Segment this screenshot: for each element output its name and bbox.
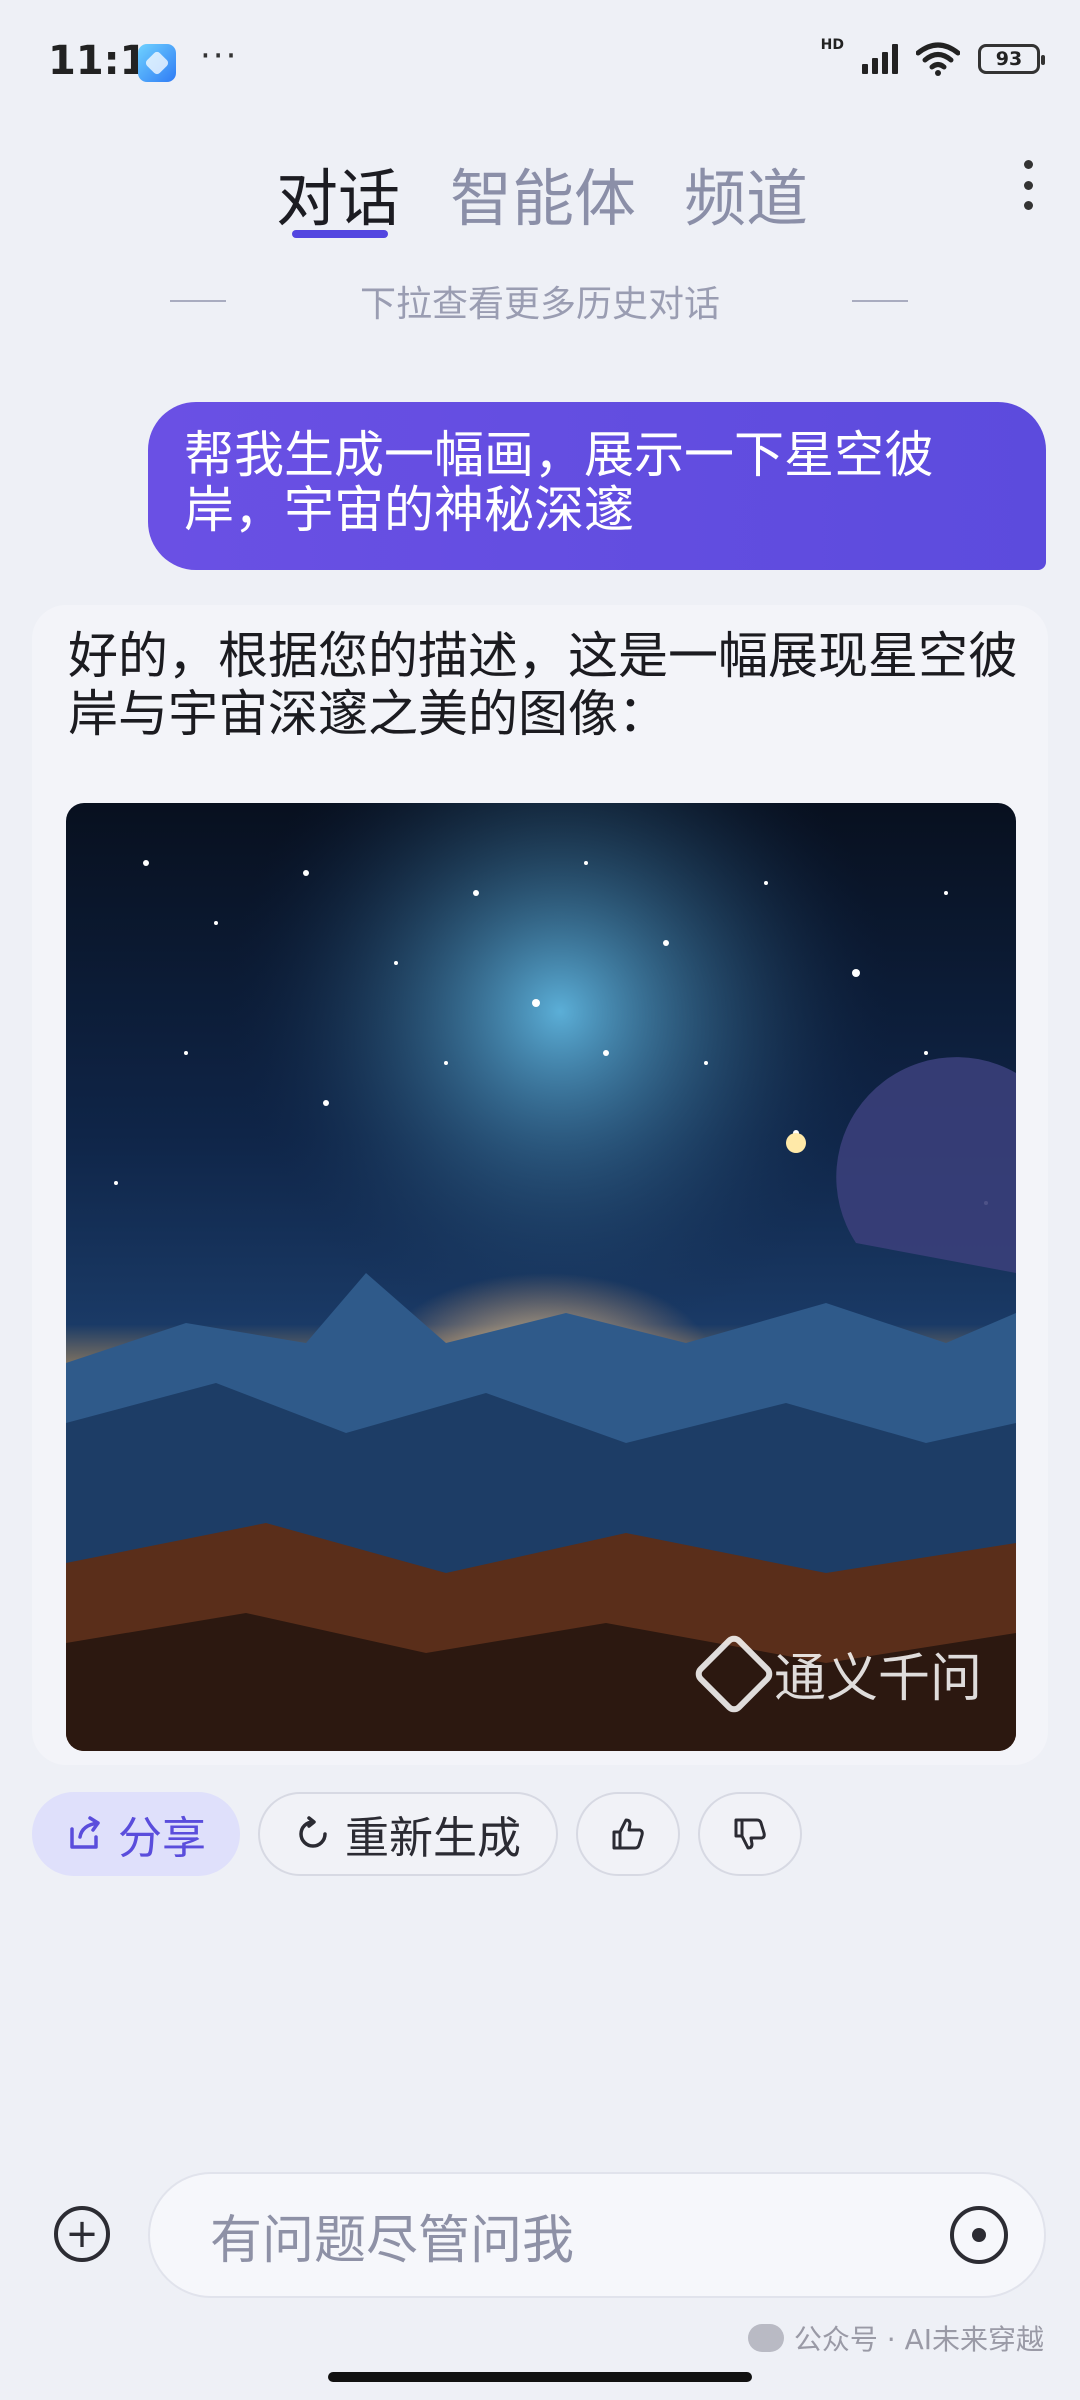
share-label: 分享 [118,1813,206,1864]
input-placeholder: 有问题尽管问我 [210,2210,575,2271]
add-attachment-button[interactable]: + [54,2206,110,2262]
signal-icon [862,44,898,74]
like-button[interactable] [576,1792,680,1876]
wifi-icon [916,42,960,76]
chat-input[interactable]: 有问题尽管问我 [148,2172,1046,2298]
app-notification-icon [138,44,176,82]
voice-input-button[interactable] [950,2206,1008,2264]
plus-icon: + [65,2211,99,2257]
home-indicator[interactable] [328,2372,752,2382]
status-bar: 11:10 ··· HD 93 [0,0,1080,120]
share-icon [70,1816,100,1849]
network-hd-label: HD [820,37,844,53]
battery-indicator: 93 [978,44,1045,74]
watermark-text: 通义千问 [773,1649,982,1709]
status-indicators: HD 93 [821,37,1045,76]
footer-watermark-text: 公众号 · AI未来穿越 [793,2323,1044,2356]
tongyi-logo-icon [691,1631,777,1716]
footer-watermark: 公众号 · AI未来穿越 [747,2318,1044,2358]
microphone-icon [972,2228,986,2242]
battery-level: 93 [995,48,1023,70]
more-notifications-icon: ··· [200,36,239,76]
regenerate-label: 重新生成 [345,1813,521,1864]
active-tab-indicator [292,230,388,238]
image-watermark: 通义千问 [691,1631,982,1716]
wechat-icon [747,2324,784,2352]
user-message-bubble: 帮我生成一幅画，展示一下星空彼岸，宇宙的神秘深邃 [148,402,1046,570]
dislike-button[interactable] [698,1792,802,1876]
tab-agents[interactable]: 智能体 [450,148,636,238]
bot-message-card: 好的，根据您的描述，这是一幅展现星空彼岸与宇宙深邃之美的图像： 通义千问 [32,605,1048,1765]
starry-landscape-illustration [66,803,1016,1751]
bot-message-text: 好的，根据您的描述，这是一幅展现星空彼岸与宇宙深邃之美的图像： [68,627,1018,743]
message-actions: 分享 重新生成 [32,1792,802,1876]
thumbs-down-icon [734,1818,766,1850]
generated-image[interactable]: 通义千问 [66,803,1016,1751]
user-message-text: 帮我生成一幅画，展示一下星空彼岸，宇宙的神秘深邃 [184,426,934,539]
regenerate-button[interactable]: 重新生成 [258,1792,558,1876]
tab-chat[interactable]: 对话 [276,148,400,238]
more-menu-button[interactable] [1016,160,1040,210]
hint-divider-right [852,300,908,302]
tab-channels[interactable]: 频道 [684,148,808,238]
top-tabs: 对话 智能体 频道 [0,148,1080,248]
thumbs-up-icon [612,1818,644,1850]
refresh-icon [299,1816,327,1848]
history-hint[interactable]: 下拉查看更多历史对话 [0,275,1080,327]
share-button[interactable]: 分享 [32,1792,240,1876]
